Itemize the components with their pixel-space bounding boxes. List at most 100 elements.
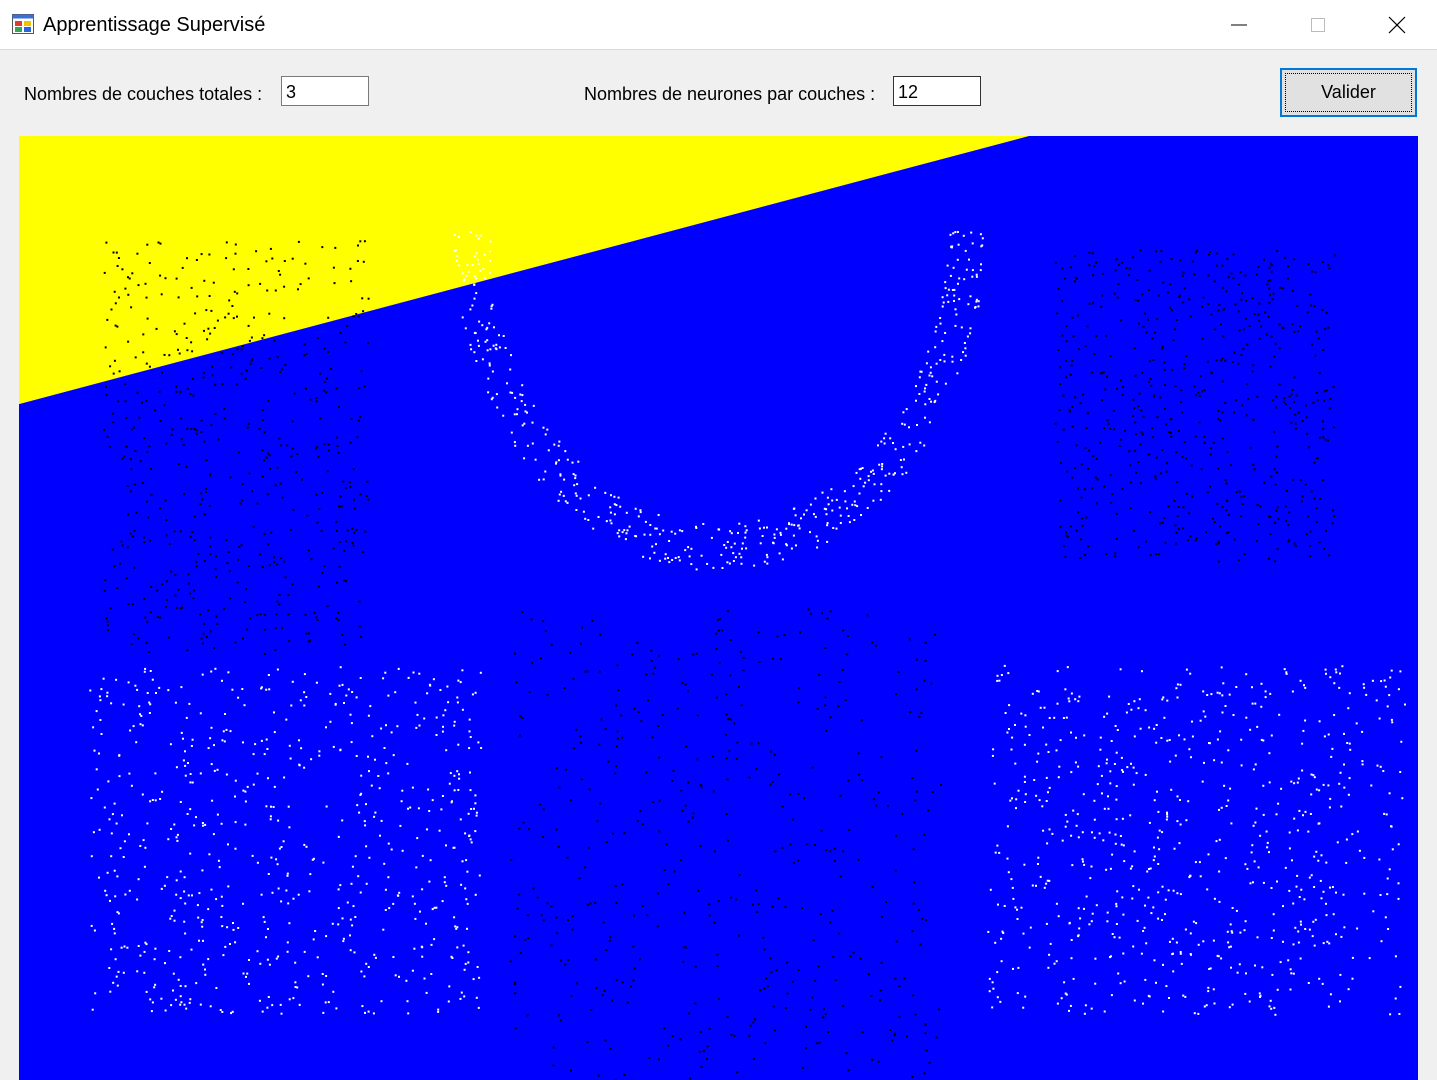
data-point bbox=[888, 489, 891, 492]
data-point bbox=[167, 689, 170, 692]
data-point bbox=[1322, 349, 1325, 351]
data-point bbox=[238, 546, 241, 548]
data-point bbox=[177, 463, 180, 466]
data-point bbox=[1209, 485, 1211, 488]
data-point bbox=[1191, 260, 1194, 263]
data-point bbox=[514, 981, 517, 984]
data-point bbox=[1129, 481, 1132, 484]
data-point bbox=[1103, 427, 1106, 429]
minimize-button[interactable] bbox=[1200, 0, 1278, 49]
data-point bbox=[1207, 253, 1210, 256]
neurons-input[interactable] bbox=[893, 76, 981, 106]
data-point bbox=[213, 327, 216, 329]
data-point bbox=[991, 754, 994, 757]
data-point bbox=[826, 540, 829, 543]
data-point bbox=[342, 480, 345, 483]
layers-input[interactable] bbox=[281, 76, 369, 106]
data-point bbox=[208, 295, 211, 297]
data-point bbox=[1332, 913, 1335, 916]
data-point bbox=[603, 990, 606, 992]
data-point bbox=[974, 306, 976, 309]
data-point bbox=[187, 573, 190, 576]
data-point bbox=[463, 995, 466, 998]
data-point bbox=[736, 1071, 739, 1074]
data-point bbox=[385, 724, 387, 727]
data-point bbox=[199, 502, 202, 505]
data-point bbox=[148, 701, 151, 704]
data-point bbox=[1054, 422, 1057, 425]
data-point bbox=[464, 832, 467, 835]
data-point bbox=[1066, 820, 1069, 823]
data-point bbox=[94, 992, 97, 995]
data-point bbox=[263, 652, 266, 655]
data-point bbox=[684, 683, 687, 686]
data-point bbox=[569, 799, 572, 802]
maximize-button[interactable] bbox=[1279, 0, 1357, 49]
data-point bbox=[341, 633, 344, 636]
data-point bbox=[975, 298, 978, 301]
data-point bbox=[772, 1005, 775, 1008]
data-point bbox=[1106, 375, 1109, 378]
data-point bbox=[1177, 506, 1180, 508]
data-point bbox=[1039, 706, 1042, 709]
data-point bbox=[274, 289, 277, 292]
data-point bbox=[164, 962, 166, 965]
data-point bbox=[265, 805, 268, 808]
data-point bbox=[1303, 684, 1305, 687]
data-point bbox=[401, 849, 404, 852]
data-point bbox=[1287, 524, 1290, 527]
data-point bbox=[700, 554, 703, 557]
data-point bbox=[443, 881, 446, 884]
data-point bbox=[401, 789, 404, 792]
title-bar[interactable]: Apprentissage Supervisé bbox=[0, 0, 1437, 50]
data-point bbox=[694, 965, 697, 968]
data-point bbox=[886, 804, 889, 807]
data-point bbox=[1245, 414, 1248, 417]
data-point bbox=[1178, 296, 1181, 299]
data-point bbox=[179, 1003, 182, 1006]
data-point bbox=[341, 819, 344, 822]
data-point bbox=[210, 888, 213, 891]
data-point bbox=[667, 557, 669, 559]
close-button[interactable] bbox=[1358, 0, 1436, 49]
data-point bbox=[117, 970, 120, 973]
data-point bbox=[607, 760, 610, 763]
data-point bbox=[647, 699, 649, 702]
data-point bbox=[367, 755, 369, 758]
data-point bbox=[1190, 756, 1192, 759]
data-point bbox=[584, 670, 587, 673]
data-point bbox=[202, 376, 205, 379]
data-point bbox=[1173, 499, 1176, 502]
data-point bbox=[1074, 254, 1077, 257]
data-point bbox=[799, 631, 801, 634]
data-point bbox=[1033, 779, 1036, 781]
data-point bbox=[656, 925, 659, 928]
data-point bbox=[1114, 725, 1117, 727]
data-point bbox=[574, 477, 577, 480]
data-point bbox=[1274, 483, 1277, 486]
data-point bbox=[726, 839, 729, 842]
data-point bbox=[797, 859, 800, 862]
data-point bbox=[555, 461, 558, 464]
data-point bbox=[258, 428, 261, 430]
data-point bbox=[1295, 394, 1298, 397]
data-point bbox=[145, 500, 148, 503]
data-point bbox=[165, 442, 168, 445]
data-point bbox=[827, 1031, 830, 1034]
data-point bbox=[1188, 748, 1191, 751]
data-point bbox=[1149, 511, 1152, 514]
data-point bbox=[699, 784, 702, 787]
plot-area[interactable] bbox=[19, 136, 1418, 1080]
data-point bbox=[349, 934, 351, 937]
data-point bbox=[297, 288, 299, 291]
data-point bbox=[359, 416, 361, 418]
data-point bbox=[996, 971, 999, 974]
data-point bbox=[506, 382, 508, 385]
data-point bbox=[1081, 858, 1084, 861]
data-point bbox=[848, 521, 851, 524]
data-point bbox=[1310, 490, 1313, 493]
data-point bbox=[1169, 306, 1171, 309]
validate-button[interactable]: Valider bbox=[1280, 68, 1417, 117]
data-point bbox=[1092, 455, 1095, 457]
data-point bbox=[898, 1015, 901, 1018]
